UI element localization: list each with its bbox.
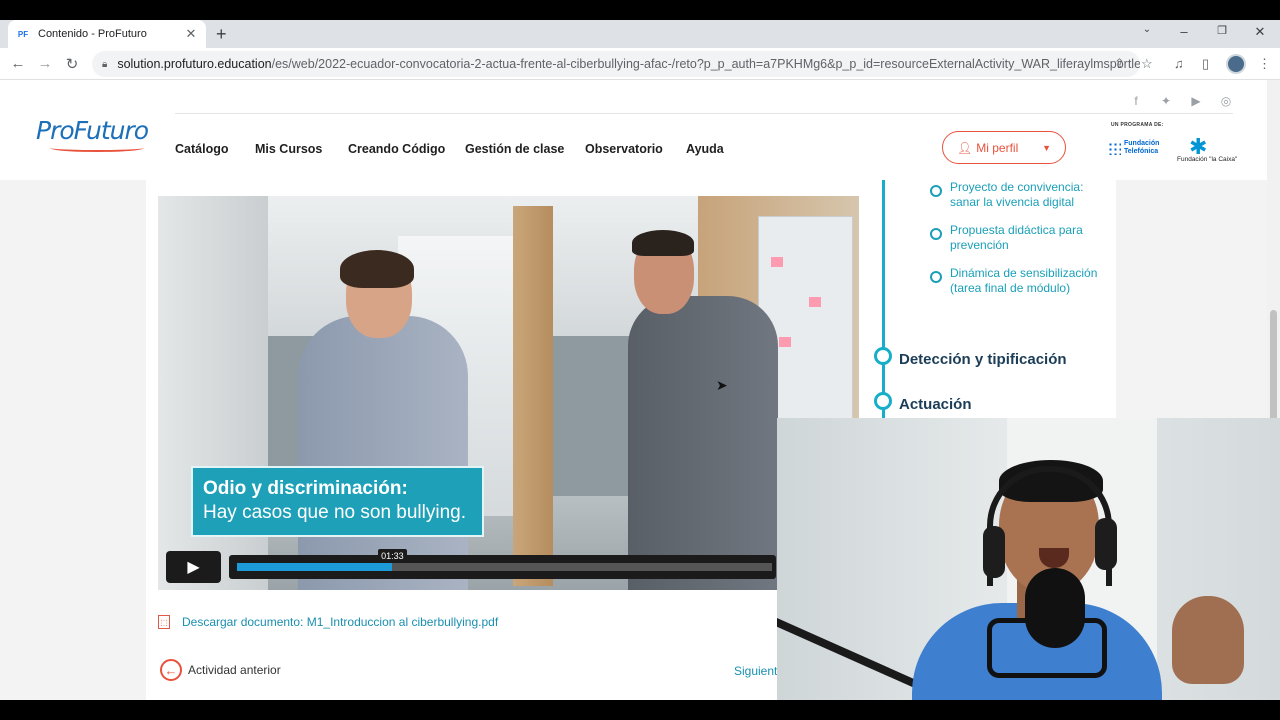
reload-icon[interactable]: ↻ [63,55,81,73]
video-scene-door [513,206,553,586]
fundacion-telefonica-logo[interactable]: Fundación Telefónica [1108,140,1159,156]
minimize-icon[interactable]: – [1174,24,1194,39]
download-document-link[interactable]: ⬚ Descargar documento: M1_Introduccion a… [158,615,498,629]
caption-subtitle: Hay casos que no son bullying. [203,502,466,523]
sticky-note [779,337,791,347]
logo-swoosh [50,144,144,152]
side-panel-icon[interactable]: ▯ [1202,56,1209,72]
outline-sub-item[interactable]: Propuesta didáctica para prevención [950,223,1110,253]
video-controls: ▶ 01:33 [166,549,859,583]
site-header: ProFuturo f ✦ ▶ ◎ Catálogo Mis Cursos Cr… [0,80,1267,180]
address-bar[interactable]: 🔒︎ solution.profuturo.education/es/web/2… [92,51,1140,77]
headphone-cup-right [1095,518,1117,570]
outline-section[interactable]: Actuación [899,396,972,413]
tab-title: Contenido - ProFuturo [38,28,147,40]
user-icon: 👤︎ [957,140,973,155]
window-close-icon[interactable]: ✕ [1250,24,1270,40]
video-person-left-hair [340,250,414,288]
url-host: solution.profuturo.education [117,57,272,71]
outline-section-dot-icon [874,392,892,410]
sticky-note [771,257,783,267]
outline-sub-dot-icon [930,185,942,197]
url-path: /es/web/2022-ecuador-convocatoria-2-actu… [271,57,1140,71]
caption-title: Odio y discriminación: [203,478,408,499]
video-player[interactable]: Odio y discriminación: Hay casos que no … [158,196,859,590]
lock-icon: 🔒︎ [102,58,108,70]
browser-tabstrip: PF Contenido - ProFuturo ✕ + ⌄ – ❐ ✕ [0,20,1280,48]
tab-search-icon[interactable]: ⌄ [1137,24,1157,35]
video-person-right [628,296,778,590]
previous-activity-link[interactable]: ← Actividad anterior [160,659,281,681]
back-icon[interactable]: ← [9,55,27,72]
ft-line-2: Telefónica [1124,148,1159,155]
programa-label: UN PROGRAMA DE: [1111,122,1164,128]
profuturo-favicon-icon: PF [17,29,29,39]
outline-section[interactable]: Detección y tipificación [899,351,1067,368]
nav-ayuda[interactable]: Ayuda [686,142,724,156]
bookmark-star-icon[interactable]: ☆ [1141,56,1153,72]
screen: PF Contenido - ProFuturo ✕ + ⌄ – ❐ ✕ ← →… [0,0,1280,720]
time-tooltip: 01:33 [378,549,407,563]
video-progress-bar[interactable]: 01:33 [229,549,776,579]
close-tab-icon[interactable]: ✕ [184,26,198,42]
video-person-right-hair [632,230,694,256]
microphone [1025,568,1085,648]
twitter-icon[interactable]: ✦ [1158,94,1174,108]
mi-perfil-dropdown[interactable]: 👤︎ Mi perfil ▼ [942,131,1066,164]
outline-timeline [882,180,885,420]
webcam-overlay [777,418,1280,700]
browser-profile-avatar[interactable] [1226,54,1246,74]
nav-observatorio[interactable]: Observatorio [585,142,663,156]
nav-creando-codigo[interactable]: Creando Código [348,142,445,156]
la-caixa-label: Fundación "la Caixa" [1177,156,1238,163]
header-divider [175,113,1233,114]
youtube-icon[interactable]: ▶ [1188,94,1204,108]
presenter-hand [1172,596,1244,684]
mi-perfil-label: Mi perfil [976,140,1019,155]
course-outline: Proyecto de convivencia: sanar la vivenc… [869,180,1116,420]
progress-background: 01:33 [237,549,772,571]
nav-catalogo[interactable]: Catálogo [175,142,228,156]
previous-activity-label: Actividad anterior [188,663,281,677]
restore-icon[interactable]: ❐ [1212,24,1232,37]
play-button[interactable]: ▶ [166,551,221,583]
profuturo-logo[interactable]: ProFuturo [36,116,149,145]
pdf-icon: ⬚ [158,615,170,629]
facebook-icon[interactable]: f [1128,94,1144,108]
headphone-cup-left [983,526,1005,578]
sticky-note [809,297,821,307]
arrow-left-icon: ← [160,659,182,681]
mouse-cursor-icon: ➤ [716,377,728,393]
progress-fill [237,563,393,571]
video-caption: Odio y discriminación: Hay casos que no … [191,466,484,537]
play-icon: ▶ [187,559,200,576]
telefonica-dots-icon [1108,141,1121,155]
new-tab-icon[interactable]: + [216,24,227,44]
browser-menu-icon[interactable]: ⋮ [1258,56,1271,72]
outline-sub-dot-icon [930,228,942,240]
forward-icon[interactable]: → [36,55,54,72]
outline-sub-item[interactable]: Dinámica de sensibilización (tarea final… [950,266,1110,296]
instagram-icon[interactable]: ◎ [1218,94,1234,108]
ft-line-1: Fundación [1124,140,1160,147]
media-control-icon[interactable]: ♫ [1174,56,1184,71]
share-icon[interactable]: ⇪ [1114,56,1125,72]
nav-gestion-de-clase[interactable]: Gestión de clase [465,142,564,156]
browser-tab[interactable]: PF Contenido - ProFuturo ✕ [8,20,206,48]
outline-sub-dot-icon [930,271,942,283]
outline-sub-item[interactable]: Proyecto de convivencia: sanar la vivenc… [950,180,1110,210]
caret-down-icon: ▼ [1042,142,1051,153]
download-label: Descargar documento: M1_Introduccion al … [182,615,499,629]
browser-toolbar: ← → ↻ 🔒︎ solution.profuturo.education/es… [0,48,1280,80]
outline-section-dot-icon [874,347,892,365]
nav-mis-cursos[interactable]: Mis Cursos [255,142,322,156]
